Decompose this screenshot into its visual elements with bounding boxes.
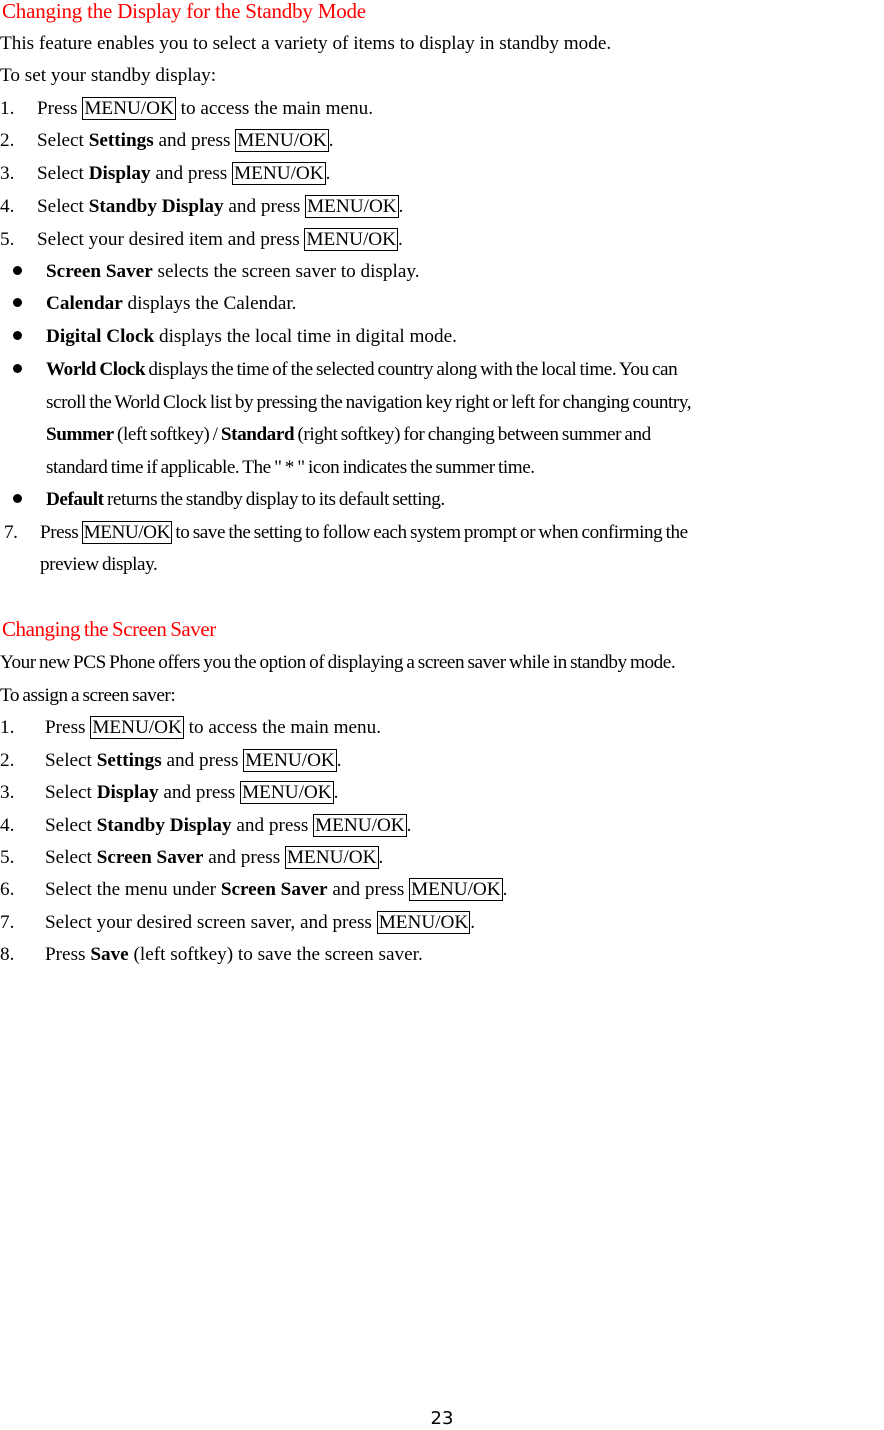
- menu-ok-key: MENU/OK: [305, 195, 399, 218]
- menu-ok-key: MENU/OK: [284, 846, 379, 869]
- bullet-screen-saver: Screen Saver selects the screen saver to…: [46, 261, 420, 282]
- page-number: 23: [430, 1408, 454, 1429]
- bullet-icon: [13, 298, 22, 307]
- menu-ok-key: MENU/OK: [81, 521, 172, 544]
- step-1: 1. Press MENU/OK to access the main menu.: [0, 716, 381, 739]
- menu-ok-key: MENU/OK: [90, 716, 184, 739]
- menu-ok-key: MENU/OK: [243, 749, 337, 772]
- step-7: 7. Press MENU/OK to save the setting to f…: [4, 521, 688, 544]
- bullet-default: Default returns the standby display to i…: [46, 489, 445, 510]
- bullet-world-clock-line3: Summer (left softkey) / Standard (right …: [46, 424, 651, 445]
- section-title-standby-display: Changing the Display for the Standby Mod…: [2, 0, 366, 23]
- intro-text: This feature enables you to select a var…: [0, 33, 612, 54]
- step-5: 5. Select your desired item and press MEN…: [0, 228, 403, 251]
- menu-ok-key: MENU/OK: [82, 97, 176, 120]
- step-4: 4. Select Standby Display and press MENU/…: [0, 814, 412, 837]
- bullet-world-clock: World Clock displays the time of the sel…: [46, 359, 678, 380]
- menu-ok-key: MENU/OK: [376, 911, 471, 934]
- bullet-icon: [13, 364, 22, 373]
- bullet-world-clock-line2: scroll the World Clock list by pressing …: [46, 392, 692, 413]
- section-title-screen-saver: Changing the Screen Saver: [2, 617, 216, 641]
- step-5: 5. Select Screen Saver and press MENU/OK.: [0, 846, 384, 869]
- menu-ok-key: MENU/OK: [235, 129, 329, 152]
- bullet-digital-clock: Digital Clock displays the local time in…: [46, 326, 457, 347]
- menu-ok-key: MENU/OK: [409, 878, 503, 901]
- step-7: 7. Select your desired screen saver, and …: [0, 911, 476, 934]
- step-8: 8. Press Save (left softkey) to save the …: [0, 944, 423, 965]
- step-7-line2: preview display.: [40, 554, 158, 575]
- step-6: 6. Select the menu under Screen Saver and…: [0, 878, 508, 901]
- lead-text: To set your standby display:: [0, 65, 217, 86]
- menu-ok-key: MENU/OK: [313, 814, 407, 837]
- menu-ok-key: MENU/OK: [240, 781, 334, 804]
- bullet-icon: [13, 266, 22, 275]
- bullet-icon: [13, 331, 22, 340]
- intro-text-2: Your new PCS Phone offers you the option…: [0, 652, 676, 673]
- step-4: 4. Select Standby Display and press MENU/…: [0, 195, 404, 218]
- step-3: 3. Select Display and press MENU/OK.: [0, 781, 339, 804]
- step-2: 2. Select Settings and press MENU/OK.: [0, 749, 342, 772]
- bullet-world-clock-line4: standard time if applicable. The " * " i…: [46, 457, 535, 478]
- step-1: 1. Press MENU/OK to access the main menu.: [0, 97, 373, 120]
- bullet-icon: [13, 494, 22, 503]
- menu-ok-key: MENU/OK: [232, 162, 326, 185]
- step-3: 3. Select Display and press MENU/OK.: [0, 162, 331, 185]
- step-2: 2. Select Settings and press MENU/OK.: [0, 129, 334, 152]
- menu-ok-key: MENU/OK: [304, 228, 399, 251]
- lead-text-2: To assign a screen saver:: [0, 685, 176, 706]
- bullet-calendar: Calendar displays the Calendar.: [46, 293, 297, 314]
